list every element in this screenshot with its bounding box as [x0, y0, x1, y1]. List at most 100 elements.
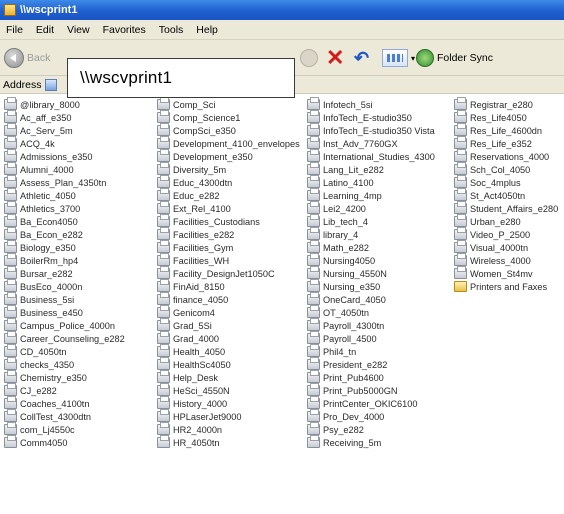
printer-item[interactable]: Nursing_e350: [307, 279, 435, 293]
printer-item[interactable]: CollTest_4300dtn: [4, 409, 125, 423]
printer-item[interactable]: HealthSc4050: [157, 357, 300, 371]
printer-item[interactable]: Facilities_Gym: [157, 240, 300, 254]
printer-item[interactable]: Payroll_4500: [307, 331, 435, 345]
printer-item[interactable]: Math_e282: [307, 240, 435, 254]
printer-item[interactable]: Registrar_e280: [454, 97, 558, 111]
printer-item[interactable]: Phil4_tn: [307, 344, 435, 358]
views-button[interactable]: ▾: [382, 47, 415, 69]
printer-item[interactable]: Urban_e280: [454, 214, 558, 228]
printer-item[interactable]: Comp_Sci: [157, 97, 300, 111]
menu-file[interactable]: File: [6, 24, 23, 36]
printer-item[interactable]: PrintCenter_OKIC6100: [307, 396, 435, 410]
printer-item[interactable]: checks_4350: [4, 357, 125, 371]
printer-item[interactable]: Educ_4300dtn: [157, 175, 300, 189]
menu-tools[interactable]: Tools: [159, 24, 184, 36]
printer-item[interactable]: Women_St4mv: [454, 266, 558, 280]
printer-item[interactable]: Coaches_4100tn: [4, 396, 125, 410]
printer-item[interactable]: Career_Counseling_e282: [4, 331, 125, 345]
printer-item[interactable]: Comm4050: [4, 435, 125, 449]
menu-view[interactable]: View: [67, 24, 90, 36]
printer-item[interactable]: Pro_Dev_4000: [307, 409, 435, 423]
printer-item[interactable]: Facility_DesignJet1050C: [157, 266, 300, 280]
printer-item[interactable]: Receiving_5m: [307, 435, 435, 449]
printer-item[interactable]: OT_4050tn: [307, 305, 435, 319]
printer-item[interactable]: HR2_4000n: [157, 422, 300, 436]
printer-item[interactable]: International_Studies_4300: [307, 149, 435, 163]
printer-item[interactable]: Grad_5Si: [157, 318, 300, 332]
printer-item[interactable]: Nursing4050: [307, 253, 435, 267]
printer-item[interactable]: HeSci_4550N: [157, 383, 300, 397]
printer-item[interactable]: Learning_4mp: [307, 188, 435, 202]
printer-item[interactable]: Campus_Police_4000n: [4, 318, 125, 332]
menu-edit[interactable]: Edit: [36, 24, 54, 36]
printer-item[interactable]: Ac_aff_e350: [4, 110, 125, 124]
printer-item[interactable]: Nursing_4550N: [307, 266, 435, 280]
printer-item[interactable]: Lang_Lit_e282: [307, 162, 435, 176]
printer-item[interactable]: Assess_Plan_4350tn: [4, 175, 125, 189]
printer-item[interactable]: Psy_e282: [307, 422, 435, 436]
printer-item[interactable]: Facilities_e282: [157, 227, 300, 241]
printer-item[interactable]: FinAid_8150: [157, 279, 300, 293]
printer-item[interactable]: Diversity_5m: [157, 162, 300, 176]
printer-item[interactable]: Latino_4100: [307, 175, 435, 189]
delete-button[interactable]: ✕: [326, 47, 344, 69]
printer-item[interactable]: ACQ_4k: [4, 136, 125, 150]
printer-item[interactable]: Business_e450: [4, 305, 125, 319]
printer-item[interactable]: Athletic_4050: [4, 188, 125, 202]
printer-item[interactable]: Soc_4mplus: [454, 175, 558, 189]
printer-item[interactable]: BusEco_4000n: [4, 279, 125, 293]
printer-item[interactable]: History_4000: [157, 396, 300, 410]
printer-item[interactable]: Bursar_e282: [4, 266, 125, 280]
printer-item[interactable]: HR_4050tn: [157, 435, 300, 449]
printer-item[interactable]: Print_Pub5000GN: [307, 383, 435, 397]
printer-item[interactable]: Res_Life_e352: [454, 136, 558, 150]
printer-item[interactable]: Print_Pub4600: [307, 370, 435, 384]
printer-item[interactable]: Ext_Rel_4100: [157, 201, 300, 215]
printer-item[interactable]: Res_Life_4600dn: [454, 123, 558, 137]
printer-item[interactable]: Health_4050: [157, 344, 300, 358]
printer-item[interactable]: CompSci_e350: [157, 123, 300, 137]
printer-item[interactable]: Athletics_3700: [4, 201, 125, 215]
printer-item[interactable]: Development_4100_envelopes: [157, 136, 300, 150]
printer-item[interactable]: Payroll_4300tn: [307, 318, 435, 332]
printer-item[interactable]: St_Act4050tn: [454, 188, 558, 202]
printer-item[interactable]: Visual_4000tn: [454, 240, 558, 254]
menu-favorites[interactable]: Favorites: [103, 24, 146, 36]
printer-item[interactable]: Infotech_5si: [307, 97, 435, 111]
printer-item[interactable]: Facilities_Custodians: [157, 214, 300, 228]
back-button[interactable]: Back: [4, 47, 50, 69]
printer-item[interactable]: Ac_Serv_5m: [4, 123, 125, 137]
undo-button[interactable]: ↶: [354, 47, 369, 69]
printer-item[interactable]: Admissions_e350: [4, 149, 125, 163]
printer-item[interactable]: CJ_e282: [4, 383, 125, 397]
copy-to-button[interactable]: [300, 47, 318, 69]
printer-item[interactable]: com_Lj4550c: [4, 422, 125, 436]
printer-item[interactable]: BoilerRm_hp4: [4, 253, 125, 267]
folder-sync-button[interactable]: Folder Sync: [416, 47, 493, 69]
printer-item[interactable]: Student_Affairs_e280: [454, 201, 558, 215]
printer-item[interactable]: Ba_Econ_e282: [4, 227, 125, 241]
printer-item[interactable]: finance_4050: [157, 292, 300, 306]
printer-item[interactable]: Business_5si: [4, 292, 125, 306]
printer-item[interactable]: Biology_e350: [4, 240, 125, 254]
menu-help[interactable]: Help: [196, 24, 218, 36]
printer-item[interactable]: Sch_Col_4050: [454, 162, 558, 176]
printer-item[interactable]: OneCard_4050: [307, 292, 435, 306]
printer-item[interactable]: Comp_Science1: [157, 110, 300, 124]
printer-item[interactable]: @library_8000: [4, 97, 125, 111]
printer-item[interactable]: InfoTech_E-studio350: [307, 110, 435, 124]
printer-item[interactable]: Inst_Adv_7760GX: [307, 136, 435, 150]
printer-item[interactable]: Video_P_2500: [454, 227, 558, 241]
printer-item[interactable]: Printers and Faxes: [454, 280, 558, 293]
printer-item[interactable]: Ba_Econ4050: [4, 214, 125, 228]
printer-item[interactable]: Help_Desk: [157, 370, 300, 384]
printer-item[interactable]: Alumni_4000: [4, 162, 125, 176]
printer-item[interactable]: Lei2_4200: [307, 201, 435, 215]
title-bar[interactable]: \\wscprint1: [0, 0, 564, 20]
printer-item[interactable]: Lib_tech_4: [307, 214, 435, 228]
printer-item[interactable]: CD_4050tn: [4, 344, 125, 358]
printer-item[interactable]: Development_e350: [157, 149, 300, 163]
printer-item[interactable]: Genicom4: [157, 305, 300, 319]
printer-item[interactable]: Educ_e282: [157, 188, 300, 202]
printer-item[interactable]: Grad_4000: [157, 331, 300, 345]
